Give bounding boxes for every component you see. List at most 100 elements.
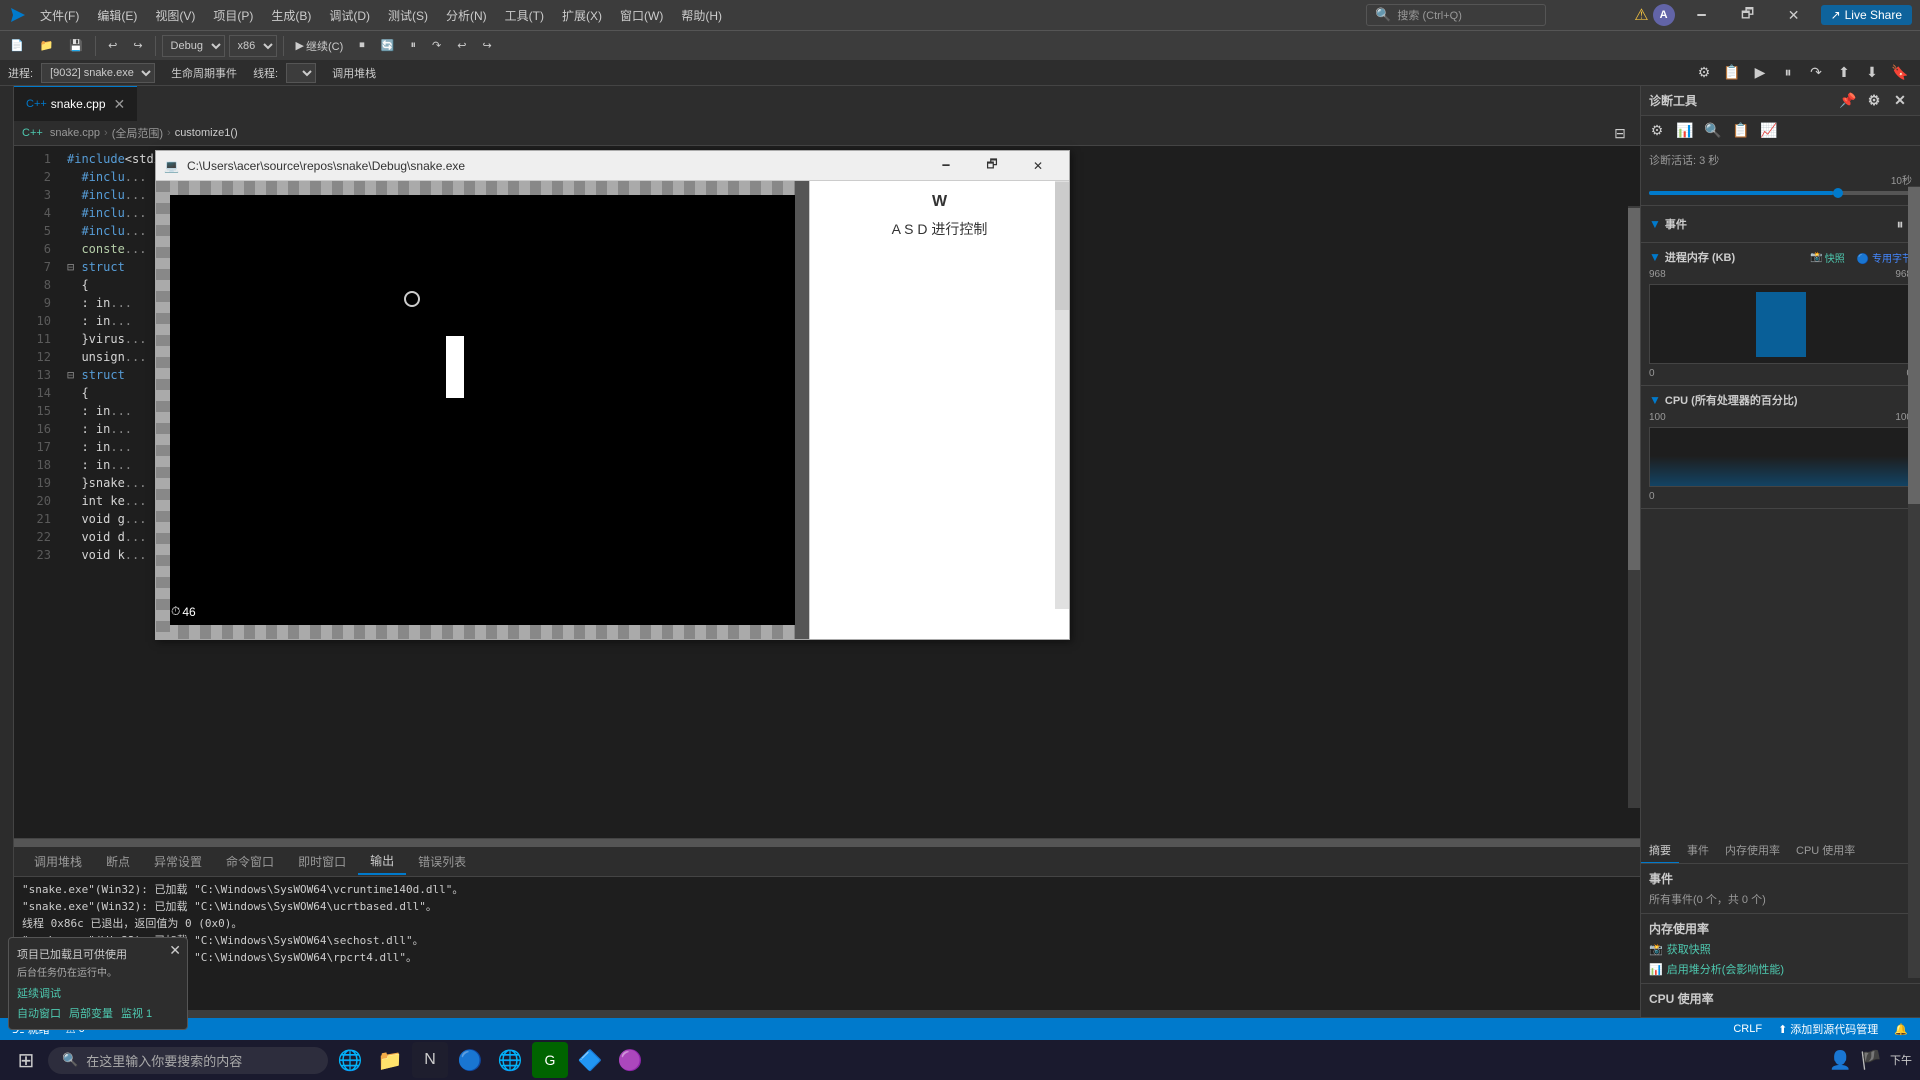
menu-view[interactable]: 视图(V): [147, 3, 203, 28]
taskbar-app2[interactable]: 🔵: [452, 1042, 488, 1078]
gw-maximize[interactable]: 🗗: [969, 151, 1015, 181]
diag-scroll-thumb[interactable]: [1908, 187, 1920, 504]
tab-snake-cpp[interactable]: C++ snake.cpp ✕: [14, 86, 137, 121]
menu-window[interactable]: 窗口(W): [612, 3, 671, 28]
process-btn2[interactable]: 📋: [1720, 61, 1744, 85]
process-select[interactable]: [9032] snake.exe: [41, 63, 155, 83]
taskbar-app3[interactable]: G: [532, 1042, 568, 1078]
step-over-btn[interactable]: ↷: [426, 37, 447, 54]
output-hscrollbar[interactable]: [14, 1010, 1640, 1018]
live-share-button[interactable]: ↗ Live Share: [1821, 5, 1912, 25]
output-scrollbar[interactable]: [14, 839, 1640, 847]
step-into-btn[interactable]: ↩: [451, 37, 472, 54]
scrollbar-thumb[interactable]: [1628, 208, 1640, 569]
close-button[interactable]: ✕: [1771, 0, 1817, 30]
new-btn[interactable]: 📄: [4, 37, 30, 54]
user-avatar[interactable]: A: [1653, 4, 1675, 26]
menu-file[interactable]: 文件(F): [32, 3, 87, 28]
diag-tool4[interactable]: 📋: [1729, 119, 1753, 143]
redo-btn[interactable]: ↪: [127, 37, 148, 54]
thread-select[interactable]: [286, 63, 316, 83]
menu-tools[interactable]: 工具(T): [497, 3, 552, 28]
title-bar-actions: ⚠ A: [1634, 4, 1674, 26]
menu-project[interactable]: 项目(P): [205, 3, 261, 28]
diag-close-btn[interactable]: ✕: [1888, 89, 1912, 113]
time-slider-thumb[interactable]: [1833, 188, 1843, 198]
menu-help[interactable]: 帮助(H): [673, 3, 730, 28]
menu-edit[interactable]: 编辑(E): [89, 3, 145, 28]
process-btn5[interactable]: ↷: [1804, 61, 1828, 85]
stop-btn[interactable]: ⏹: [353, 37, 371, 54]
time-slider[interactable]: 10秒: [1649, 172, 1912, 195]
start-button[interactable]: ⊞: [8, 1042, 44, 1078]
step-out-btn[interactable]: ↪: [476, 37, 497, 54]
link-auto[interactable]: 自动窗口: [17, 1005, 61, 1021]
editor-scrollbar[interactable]: [1628, 206, 1640, 808]
tab-errors[interactable]: 错误列表: [406, 849, 478, 874]
taskbar-explorer[interactable]: 📁: [372, 1042, 408, 1078]
heap-btn[interactable]: 📊 启用堆分析(会影响性能): [1649, 961, 1912, 977]
diag-tool3[interactable]: 🔍: [1701, 119, 1725, 143]
menu-extensions[interactable]: 扩展(X): [554, 3, 610, 28]
taskbar-vs[interactable]: 🔷: [572, 1042, 608, 1078]
diag-tool1[interactable]: ⚙: [1645, 119, 1669, 143]
status-encoding[interactable]: CRLF: [1729, 1023, 1766, 1035]
diag-tab-cpu[interactable]: CPU 使用率: [1788, 838, 1863, 863]
link-debug[interactable]: 延续调试: [17, 985, 61, 1001]
diag-tab-summary[interactable]: 摘要: [1641, 838, 1679, 863]
process-btn8[interactable]: 🔖: [1888, 61, 1912, 85]
process-btn6[interactable]: ⬆: [1832, 61, 1856, 85]
taskbar-search[interactable]: 🔍 在这里输入你要搜索的内容: [48, 1047, 328, 1074]
split-editor-btn[interactable]: ⊟: [1608, 121, 1632, 145]
menu-debug[interactable]: 调试(D): [321, 3, 378, 28]
link-locals[interactable]: 局部变量: [69, 1005, 113, 1021]
diag-settings-btn[interactable]: ⚙: [1862, 89, 1886, 113]
diag-tool2[interactable]: 📊: [1673, 119, 1697, 143]
taskbar-edge[interactable]: 🌐: [332, 1042, 368, 1078]
diag-pin-btn[interactable]: 📌: [1836, 89, 1860, 113]
process-btn4[interactable]: ⏸: [1776, 61, 1800, 85]
diag-tab-memory[interactable]: 内存使用率: [1717, 838, 1788, 863]
platform-select[interactable]: x86: [229, 35, 277, 57]
continue-btn[interactable]: ▶ 继续(C): [290, 36, 350, 56]
diag-tool5[interactable]: 📈: [1757, 119, 1781, 143]
save-all-btn[interactable]: 💾: [63, 37, 89, 54]
tab-command[interactable]: 命令窗口: [214, 849, 286, 874]
process-btn1[interactable]: ⚙: [1692, 61, 1716, 85]
diag-scrollbar[interactable]: [1908, 186, 1920, 978]
link-watch[interactable]: 监视 1: [121, 1005, 152, 1021]
taskbar-chrome[interactable]: 🌐: [492, 1042, 528, 1078]
status-add-source[interactable]: ⬆ 添加到源代码管理: [1774, 1021, 1882, 1037]
pause-btn[interactable]: ⏸: [405, 37, 423, 54]
tab-callstack[interactable]: 调用堆栈: [22, 849, 94, 874]
snapshot-btn[interactable]: 📸 获取快照: [1649, 941, 1912, 957]
tab-exceptions[interactable]: 异常设置: [142, 849, 214, 874]
time-slider-track[interactable]: [1649, 191, 1912, 195]
output-scroll-thumb[interactable]: [14, 839, 1640, 847]
tab-breakpoints[interactable]: 断点: [94, 849, 142, 874]
status-notification[interactable]: 🔔: [1890, 1023, 1912, 1036]
panel-scroll-thumb[interactable]: [1055, 182, 1069, 310]
menu-build[interactable]: 生成(B): [263, 3, 319, 28]
process-btn7[interactable]: ⬇: [1860, 61, 1884, 85]
tab-output[interactable]: 输出: [358, 848, 406, 875]
restart-btn[interactable]: 🔄: [375, 37, 401, 54]
open-btn[interactable]: 📁: [34, 37, 60, 54]
game-vscrollbar[interactable]: [795, 181, 809, 639]
maximize-button[interactable]: 🗗: [1725, 0, 1771, 30]
gw-close[interactable]: ✕: [1015, 151, 1061, 181]
undo-btn[interactable]: ↩: [102, 37, 123, 54]
taskbar-app1[interactable]: N: [412, 1042, 448, 1078]
gw-minimize[interactable]: 🗕: [923, 151, 969, 181]
tab-close-btn[interactable]: ✕: [114, 96, 126, 113]
auto-window-close-btn[interactable]: ✕: [169, 942, 181, 959]
tab-immediate[interactable]: 即时窗口: [286, 849, 358, 874]
taskbar-app4[interactable]: 🟣: [612, 1042, 648, 1078]
debug-config-select[interactable]: Debug: [162, 35, 225, 57]
minimize-button[interactable]: 🗕: [1679, 0, 1725, 30]
menu-analyze[interactable]: 分析(N): [438, 3, 495, 28]
process-btn3[interactable]: ▶: [1748, 61, 1772, 85]
panel-scrollbar[interactable]: [1055, 181, 1069, 609]
menu-test[interactable]: 测试(S): [380, 3, 436, 28]
diag-tab-events[interactable]: 事件: [1679, 838, 1717, 863]
